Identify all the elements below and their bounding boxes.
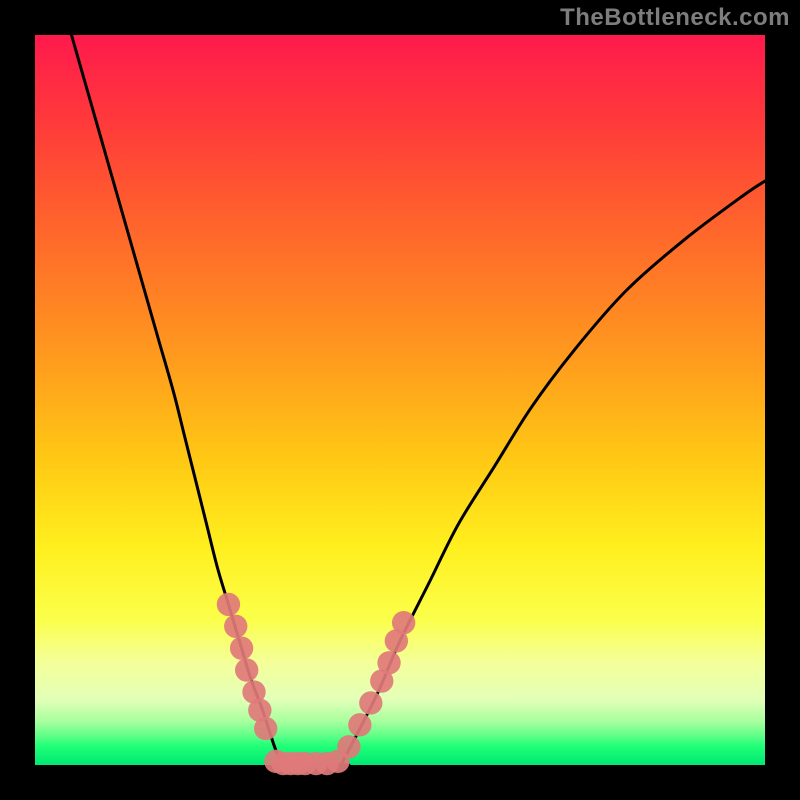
highlight-marker — [217, 593, 240, 616]
highlight-marker — [235, 658, 258, 681]
watermark-text: TheBottleneck.com — [560, 4, 790, 32]
chart-container: TheBottleneck.com — [0, 0, 800, 800]
highlight-marker — [392, 611, 415, 634]
highlight-marker — [359, 691, 382, 714]
highlight-marker — [254, 717, 277, 740]
highlight-marker — [230, 637, 253, 660]
chart-svg — [0, 0, 800, 800]
highlight-marker — [224, 615, 247, 638]
chart-gradient-background — [35, 35, 765, 765]
highlight-marker — [337, 735, 360, 758]
highlight-marker — [377, 651, 400, 674]
highlight-marker — [348, 713, 371, 736]
